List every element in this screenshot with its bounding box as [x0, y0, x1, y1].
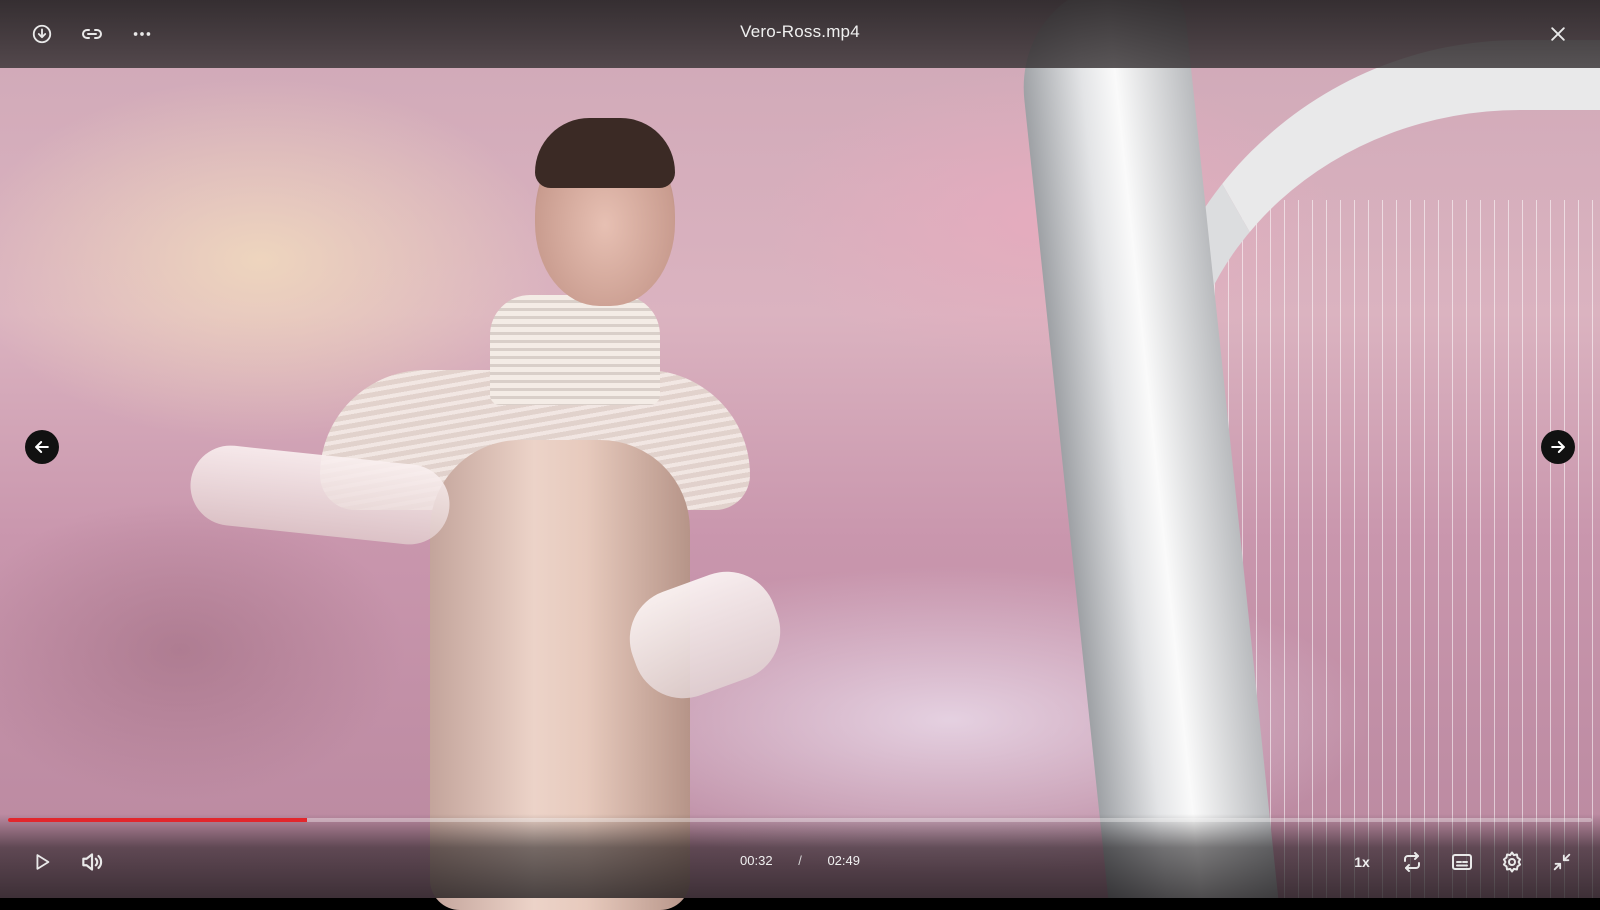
loop-icon[interactable] [1394, 844, 1430, 880]
progress-bar[interactable] [8, 818, 1592, 822]
video-harp [1011, 0, 1600, 898]
progress-fill [8, 818, 308, 822]
current-time: 00:32 [740, 853, 773, 868]
video-frame[interactable] [0, 0, 1600, 910]
video-subject [186, 110, 810, 910]
playback-speed-button[interactable]: 1x [1344, 844, 1380, 880]
time-separator: / [798, 853, 802, 868]
top-bar: Vero-Ross.mp4 [0, 0, 1600, 68]
arrow-right-icon[interactable] [1541, 430, 1575, 464]
file-title: Vero-Ross.mp4 [740, 22, 860, 41]
exit-fullscreen-icon[interactable] [1544, 844, 1580, 880]
player-controls: 00:32 / 02:49 1x [0, 814, 1600, 898]
subtitles-icon[interactable] [1444, 844, 1480, 880]
arrow-left-icon[interactable] [25, 430, 59, 464]
settings-icon[interactable] [1494, 844, 1530, 880]
close-icon[interactable] [1540, 16, 1576, 52]
duration: 02:49 [827, 853, 860, 868]
